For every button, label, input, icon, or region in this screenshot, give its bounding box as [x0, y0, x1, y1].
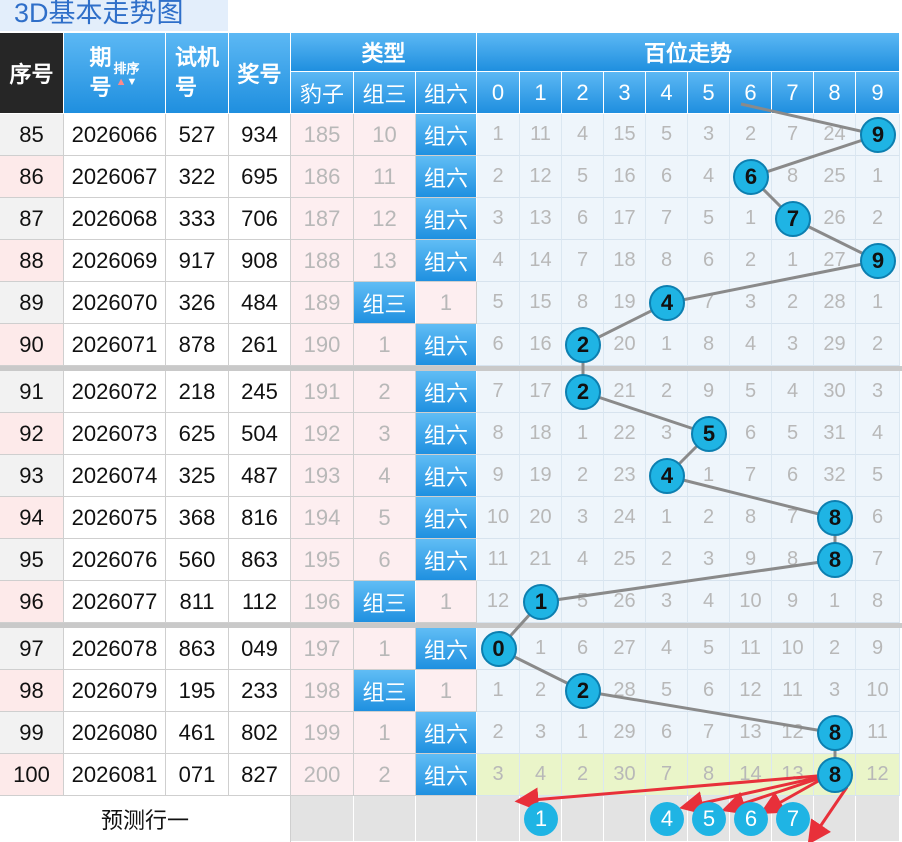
trend-segment — [666, 474, 836, 520]
prediction-ball-label: 1 — [534, 806, 548, 831]
hundreds-ball: 0 — [480, 631, 517, 667]
hundreds-ball: 9 — [860, 117, 896, 153]
hundreds-ball: 5 — [691, 416, 727, 452]
hundreds-ball: 8 — [817, 500, 853, 536]
hundreds-ball: 1 — [523, 584, 559, 620]
trend-segment — [540, 558, 836, 604]
prediction-ball[interactable]: 1 — [524, 802, 558, 836]
prediction-ball[interactable]: 6 — [734, 802, 768, 836]
hundreds-ball: 8 — [817, 715, 853, 751]
prediction-ball-label: 7 — [786, 806, 800, 831]
prediction-arrow — [807, 786, 849, 842]
trend-segment — [666, 259, 879, 305]
prediction-ball-label: 5 — [702, 806, 716, 831]
hundreds-ball: 2 — [565, 374, 601, 410]
trend-segment — [750, 133, 879, 179]
prediction-ball[interactable]: 4 — [650, 802, 684, 836]
prediction-ball-label: 6 — [744, 806, 758, 831]
hundreds-ball: 2 — [565, 673, 601, 709]
hundreds-ball: 2 — [565, 327, 601, 363]
hundreds-ball: 4 — [649, 458, 685, 494]
hundreds-ball: 6 — [733, 159, 769, 195]
hundreds-ball: 9 — [860, 243, 896, 279]
prediction-arrow — [514, 773, 830, 812]
hundreds-ball: 7 — [775, 201, 811, 237]
prediction-ball-label: 4 — [660, 806, 674, 831]
trend-lines — [497, 102, 879, 842]
hundreds-ball: 8 — [817, 757, 853, 793]
hundreds-ball: 4 — [649, 285, 685, 321]
trend-table: 序号期号排序 ▲▼ 试机号奖号 类型 豹子 组三 组六 百位走势 0 1 2 3 4 5 6 7 8 9 85 202… — [0, 0, 902, 842]
prediction-ball[interactable]: 7 — [776, 802, 810, 836]
trend-segment — [740, 102, 879, 137]
hundreds-ball: 8 — [817, 542, 853, 578]
trend-segment — [582, 390, 710, 436]
prediction-ball[interactable]: 5 — [692, 802, 726, 836]
trend-segment — [582, 689, 836, 735]
